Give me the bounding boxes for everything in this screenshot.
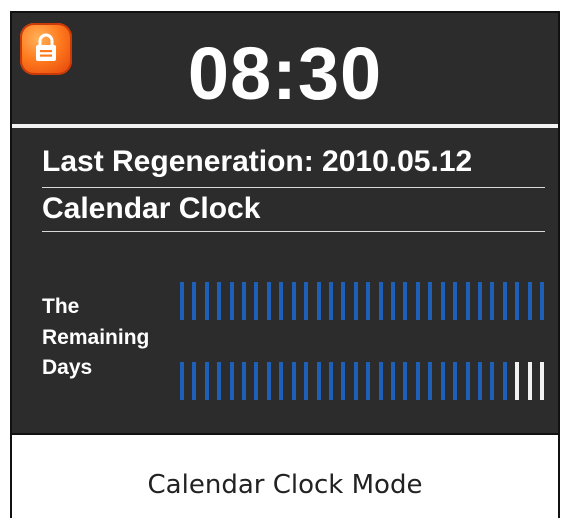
remaining-day-segment [229, 282, 234, 320]
remaining-day-segment [453, 362, 458, 400]
remaining-day-segment [353, 362, 358, 400]
remaining-day-segment [453, 282, 458, 320]
remaining-day-segment [378, 362, 383, 400]
remaining-day-segment [366, 362, 371, 400]
remaining-day-segment [465, 282, 470, 320]
remaining-day-segment [266, 282, 271, 320]
divider [42, 187, 545, 188]
remaining-day-segment [415, 282, 420, 320]
remaining-day-segment [180, 362, 184, 400]
remaining-day-segment [366, 282, 371, 320]
remaining-days-bar [180, 282, 544, 320]
remaining-day-segment [192, 282, 197, 320]
remaining-day-segment [266, 362, 271, 400]
device-frame: 08:30 Last Regeneration: 2010.05.12 Cale… [10, 11, 560, 518]
display-screen: 08:30 Last Regeneration: 2010.05.12 Cale… [12, 13, 558, 435]
remaining-day-segment [254, 362, 259, 400]
divider [12, 124, 558, 128]
last-regeneration-text: Last Regeneration: 2010.05.12 [42, 145, 473, 178]
remaining-day-segment [328, 282, 333, 320]
remaining-day-segment [204, 362, 209, 400]
remaining-day-segment [328, 362, 333, 400]
remaining-day-segment [180, 282, 184, 320]
remaining-day-segment [391, 362, 396, 400]
remaining-day-segment [515, 282, 520, 320]
remaining-day-segment [465, 362, 470, 400]
remaining-day-segment [378, 282, 383, 320]
remaining-day-segment [291, 282, 296, 320]
remaining-day-segment [440, 362, 445, 400]
remaining-day-segment [440, 282, 445, 320]
remaining-day-segment [515, 362, 520, 400]
remaining-day-segment [341, 282, 346, 320]
remaining-label-line: Remaining [42, 325, 150, 349]
remaining-day-segment [403, 362, 408, 400]
remaining-day-segment [217, 282, 222, 320]
remaining-day-segment [527, 282, 532, 320]
remaining-day-segment [403, 282, 408, 320]
remaining-day-segment [304, 362, 309, 400]
remaining-day-segment [316, 282, 321, 320]
remaining-day-segment [490, 282, 495, 320]
remaining-day-segment [428, 282, 433, 320]
remaining-day-segment [477, 362, 482, 400]
remaining-day-segment [490, 362, 495, 400]
remaining-day-segment [540, 362, 544, 400]
remaining-day-segment [291, 362, 296, 400]
remaining-day-segment [316, 362, 321, 400]
remaining-days-label: The Remaining Days [42, 292, 149, 384]
remaining-day-segment [540, 282, 544, 320]
mode-label: Calendar Clock [42, 192, 261, 225]
remaining-day-segment [192, 362, 197, 400]
remaining-day-segment [353, 282, 358, 320]
remaining-day-segment [254, 282, 259, 320]
remaining-day-segment [502, 282, 507, 320]
remaining-day-segment [304, 282, 309, 320]
caption: Calendar Clock Mode [147, 470, 423, 500]
remaining-day-segment [242, 282, 247, 320]
remaining-day-segment [391, 282, 396, 320]
remaining-day-segment [477, 282, 482, 320]
remaining-day-segment [341, 362, 346, 400]
remaining-label-line: Days [42, 356, 93, 379]
remaining-days-bar [180, 362, 544, 400]
remaining-day-segment [229, 362, 234, 400]
remaining-day-segment [242, 362, 247, 400]
divider [42, 231, 545, 232]
remaining-label-line: The [42, 295, 80, 318]
remaining-day-segment [428, 362, 433, 400]
remaining-day-segment [279, 362, 284, 400]
remaining-day-segment [279, 282, 284, 320]
remaining-day-segment [527, 362, 532, 400]
remaining-day-segment [502, 362, 507, 400]
remaining-day-segment [217, 362, 222, 400]
remaining-day-segment [204, 282, 209, 320]
clock-time: 08:30 [187, 32, 383, 115]
remaining-day-segment [415, 362, 420, 400]
